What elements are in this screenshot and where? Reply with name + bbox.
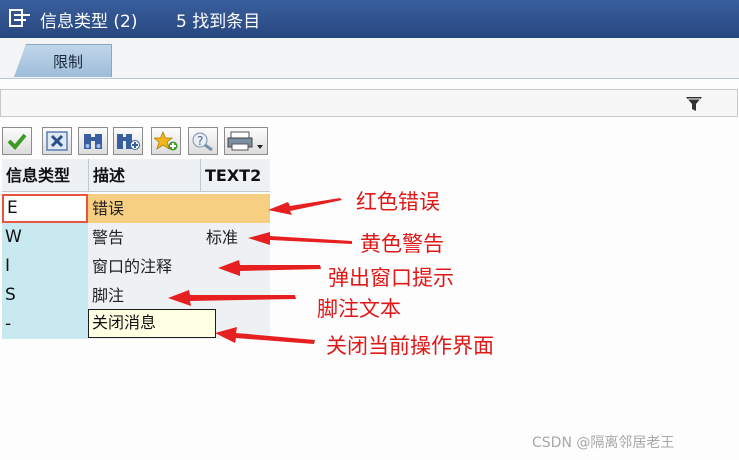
annotation-yellow-warning: 黄色警告 <box>360 232 444 256</box>
annotation-arrow <box>218 260 321 276</box>
annotation-arrow <box>215 327 315 344</box>
annotation-close-screen: 关闭当前操作界面 <box>326 334 494 358</box>
watermark: CSDN @隔离邻居老王 <box>532 435 675 451</box>
annotation-popup-hint: 弹出窗口提示 <box>328 266 454 290</box>
annotation-red-error: 红色错误 <box>356 190 440 214</box>
annotation-arrow <box>168 290 296 306</box>
annotation-arrow <box>268 198 342 215</box>
annotation-footnote-text: 脚注文本 <box>317 297 401 321</box>
annotation-arrow <box>248 232 352 245</box>
